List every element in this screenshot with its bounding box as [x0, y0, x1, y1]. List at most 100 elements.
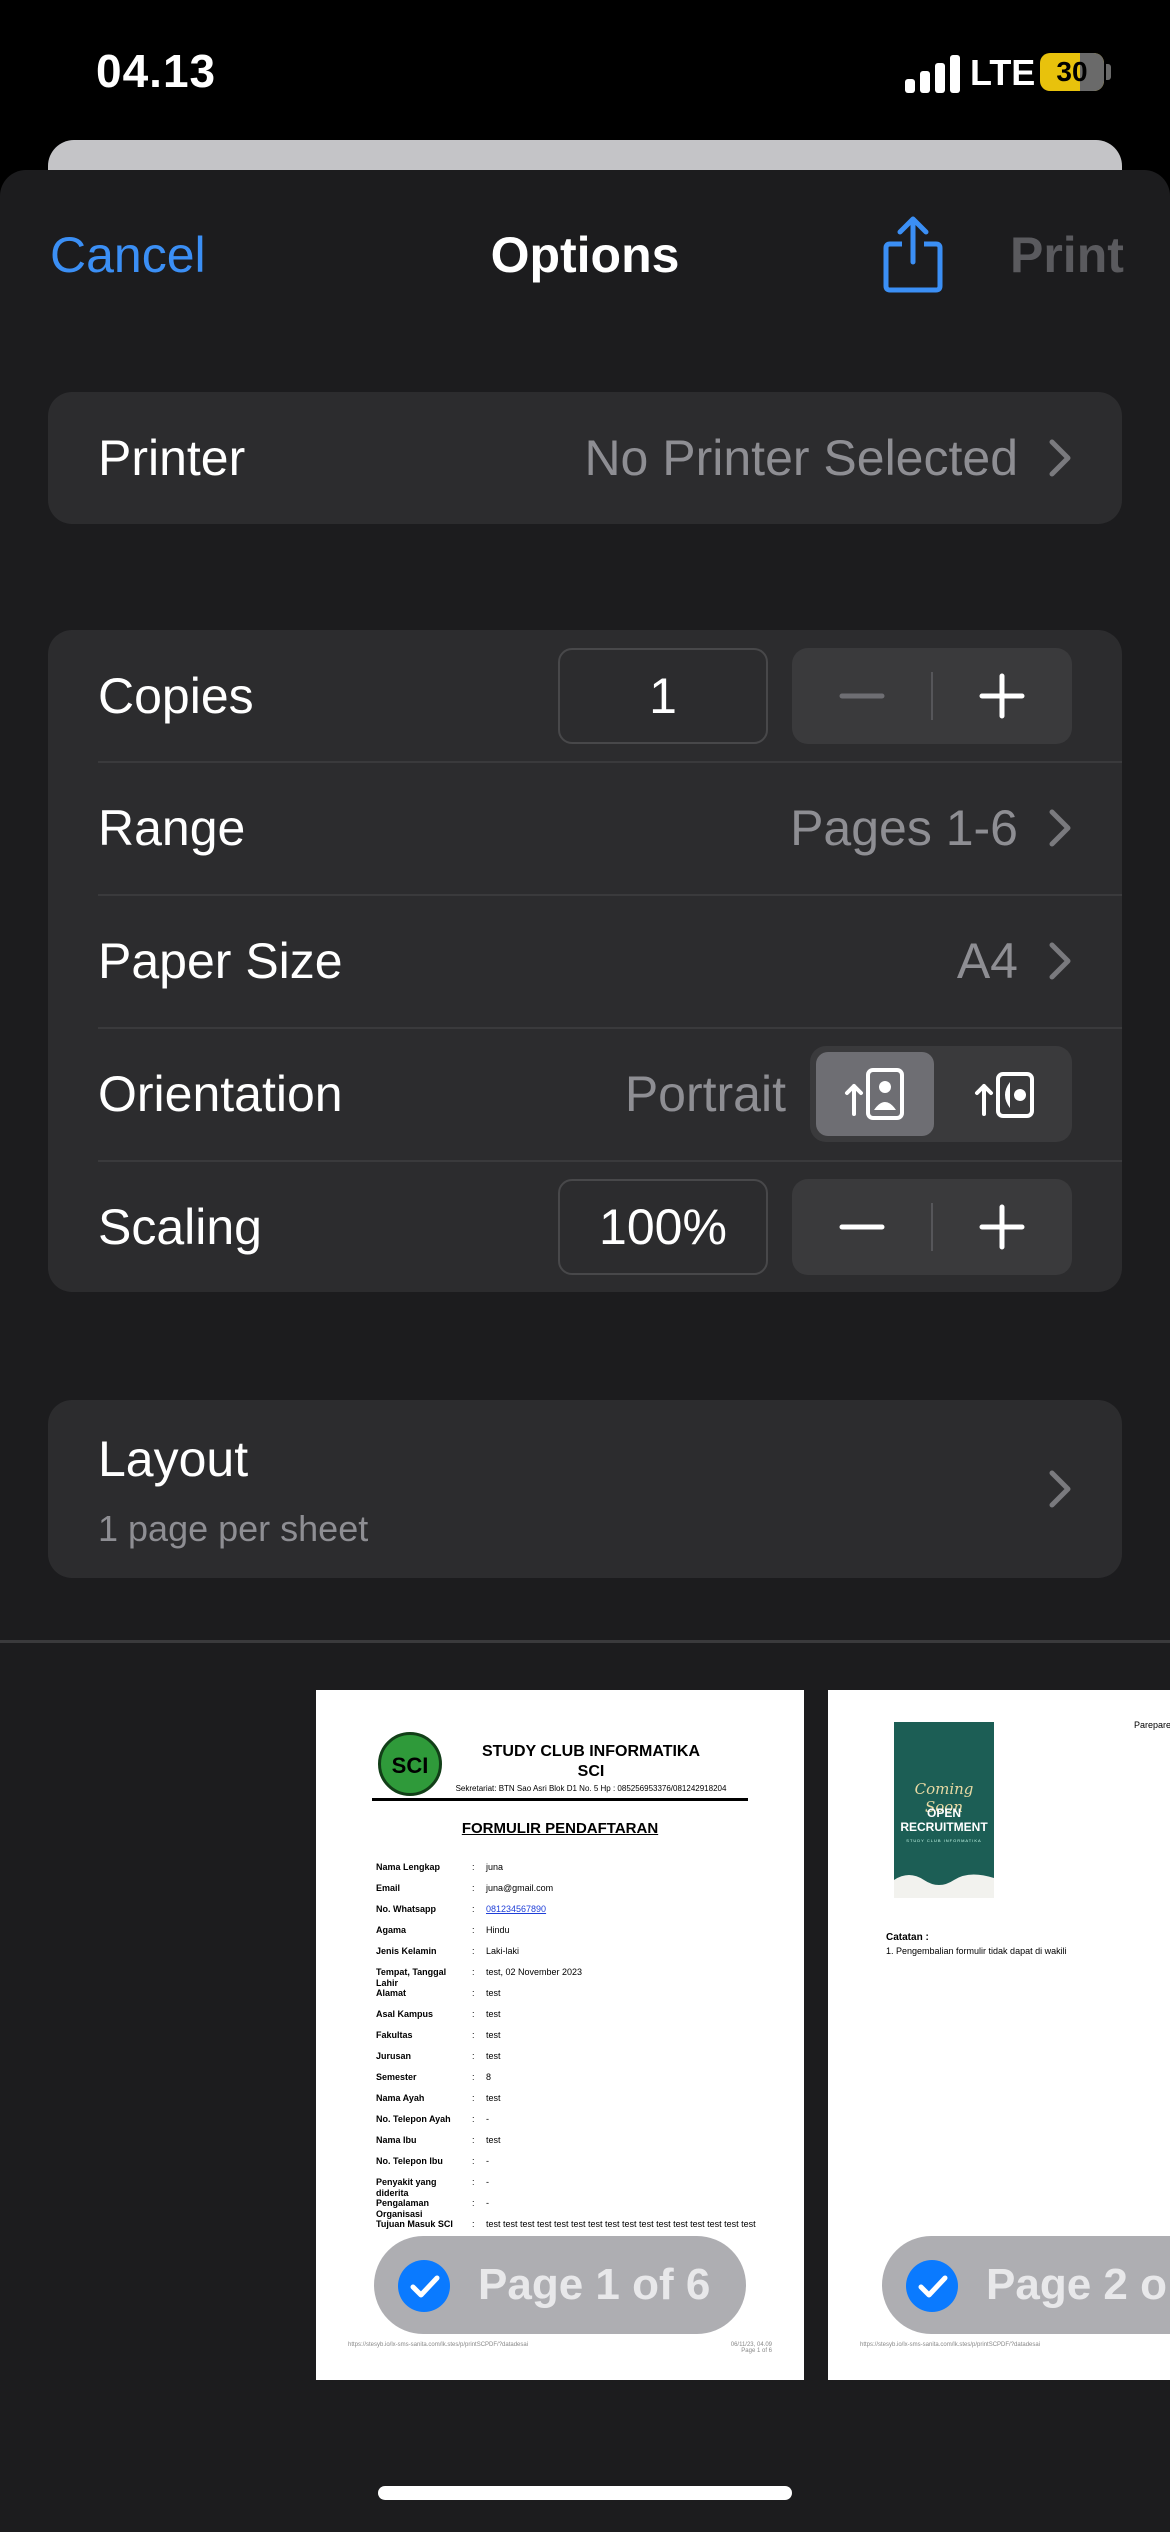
range-label: Range — [98, 800, 246, 856]
doc-field-value: test — [486, 2009, 501, 2019]
doc-field-row: Semester: 8 — [376, 2072, 776, 2088]
doc-field-key: No. Telepon Ayah — [376, 2114, 451, 2124]
nav-bar: Cancel Options Print — [0, 170, 1170, 340]
page-badge-label: Page 1 of 6 — [478, 2260, 711, 2309]
range-row[interactable]: Range Pages 1-6 — [48, 762, 1122, 894]
scaling-decrement-button[interactable] — [792, 1179, 932, 1275]
landscape-icon — [975, 1072, 1034, 1118]
doc-field-key: Fakultas — [376, 2030, 413, 2040]
doc-place: Parepare — [1134, 1720, 1170, 1730]
scaling-field[interactable]: 100% — [558, 1179, 768, 1275]
doc-field-value: test test test test test test test test … — [486, 2219, 756, 2229]
copies-field[interactable]: 1 — [558, 648, 768, 744]
doc-field-value: Laki-laki — [486, 1946, 520, 1956]
copies-row: Copies 1 — [48, 630, 1122, 762]
doc-field-colon: : — [472, 2114, 475, 2124]
status-time: 04.13 — [96, 45, 217, 97]
layout-row[interactable]: Layout 1 page per sheet — [48, 1400, 1122, 1578]
recruitment-poster: Coming Soon OPEN RECRUITMENT STUDY CLUB … — [894, 1722, 994, 1898]
paper-size-value: A4 — [956, 933, 1018, 989]
doc-address: Sekretariat: BTN Sao Asri Blok D1 No. 5 … — [455, 1784, 727, 1793]
doc-field-value: - — [486, 2198, 489, 2208]
paper-size-row[interactable]: Paper Size A4 — [48, 895, 1122, 1027]
page-badge-label: Page 2 o — [986, 2260, 1167, 2309]
share-icon[interactable] — [880, 214, 946, 294]
scaling-label: Scaling — [98, 1199, 262, 1255]
orientation-segmented-control — [810, 1046, 1072, 1142]
doc-field-value: juna@gmail.com — [486, 1883, 554, 1893]
doc-field-colon: : — [472, 1946, 475, 1956]
doc-fields: Nama Lengkap: juna Email: juna@gmail.com No.… — [376, 1862, 776, 2240]
doc-field-key: Tujuan Masuk SCI — [376, 2219, 453, 2229]
sci-logo: SCI — [378, 1732, 442, 1796]
printer-group: Printer No Printer Selected — [48, 392, 1122, 524]
doc-field-key: Agama — [376, 1925, 407, 1935]
poster-subtitle: STUDY CLUB INFORMATIKA — [906, 1838, 982, 1843]
doc-field-key: Tempat, Tanggal Lahir — [376, 1967, 447, 1988]
doc-field-colon: : — [472, 2051, 475, 2061]
status-bar: 04.13 LTE 30 — [0, 0, 1170, 150]
doc-field-key: No. Whatsapp — [376, 1904, 436, 1914]
poster-headline-1: OPEN — [926, 1806, 961, 1820]
preview-divider — [0, 1640, 1170, 1643]
scaling-increment-button[interactable] — [932, 1179, 1072, 1275]
doc-field-colon: : — [472, 2072, 475, 2082]
copies-stepper — [792, 648, 1072, 744]
doc-form-title: FORMULIR PENDAFTARAN — [461, 1820, 659, 1837]
landscape-button[interactable] — [946, 1052, 1064, 1136]
copies-decrement-button[interactable] — [792, 648, 932, 744]
battery-cap — [1106, 64, 1111, 80]
doc-footer-url: https://stesyb.io/lx-sms-sanita.com/lk.s… — [348, 2342, 529, 2348]
doc-field-key: Nama Ayah — [376, 2093, 425, 2103]
doc-field-row: Pengalaman Organisasi: - — [376, 2198, 776, 2219]
doc-field-colon: : — [472, 2219, 475, 2229]
doc-field-row: No. Telepon Ayah: - — [376, 2114, 776, 2130]
doc-field-value: 081234567890 — [486, 1904, 547, 1914]
doc-field-row: Agama: Hindu — [376, 1925, 776, 1941]
plus-icon — [979, 1204, 1025, 1250]
doc-field-row: Asal Kampus: test — [376, 2009, 776, 2025]
page-badge-2[interactable]: Page 2 o — [882, 2236, 1170, 2334]
doc-field-row: No. Telepon Ibu: - — [376, 2156, 776, 2172]
doc-field-key: Jurusan — [376, 2051, 412, 2061]
doc-field-row: Penyakit yang diderita: - — [376, 2177, 776, 2198]
doc-field-row: Nama Lengkap: juna — [376, 1862, 776, 1878]
doc-field-key: Semester — [376, 2072, 417, 2082]
doc-field-row: Alamat: test — [376, 1988, 776, 2004]
doc-field-key: Penyakit yang diderita — [376, 2177, 437, 2198]
portrait-button[interactable] — [816, 1052, 934, 1136]
printer-value: No Printer Selected — [584, 430, 1018, 486]
home-indicator[interactable] — [378, 2486, 792, 2500]
doc-field-key: Email — [376, 1883, 401, 1893]
doc-field-value: test — [486, 2030, 501, 2040]
sheet-title: Options — [490, 227, 680, 283]
layout-value: 1 page per sheet — [98, 1508, 369, 1549]
chevron-right-icon — [1049, 809, 1071, 847]
print-button[interactable]: Print — [1010, 226, 1124, 284]
doc-field-row: Tujuan Masuk SCI: test test test test tes… — [376, 2219, 776, 2235]
printer-row[interactable]: Printer No Printer Selected — [48, 392, 1122, 524]
page-badge-1[interactable]: Page 1 of 6 — [374, 2236, 746, 2334]
doc-field-colon: : — [472, 2009, 475, 2019]
doc-field-row: Jurusan: test — [376, 2051, 776, 2067]
doc-field-colon: : — [472, 2177, 475, 2187]
doc-field-row: Jenis Kelamin: Laki-laki — [376, 1946, 776, 1962]
doc-field-row: Nama Ayah: test — [376, 2093, 776, 2109]
doc-field-value: test — [486, 2093, 501, 2103]
doc-field-key: No. Telepon Ibu — [376, 2156, 443, 2166]
doc-org-line1: STUDY CLUB INFORMATIKA — [481, 1743, 701, 1760]
plus-icon — [979, 673, 1025, 719]
checkmark-icon — [398, 2260, 450, 2312]
checkmark-icon — [906, 2260, 958, 2312]
doc-field-value: Hindu — [486, 1925, 510, 1935]
portrait-icon — [845, 1068, 904, 1120]
doc-field-value: - — [486, 2156, 489, 2166]
doc-field-value: test — [486, 2135, 501, 2145]
chevron-right-icon — [1049, 1470, 1071, 1508]
range-value: Pages 1-6 — [790, 800, 1018, 856]
doc-field-value: test — [486, 1988, 501, 1998]
copies-label: Copies — [98, 668, 254, 724]
doc-field-colon: : — [472, 1925, 475, 1935]
doc-field-colon: : — [472, 1904, 475, 1914]
copies-increment-button[interactable] — [932, 648, 1072, 744]
